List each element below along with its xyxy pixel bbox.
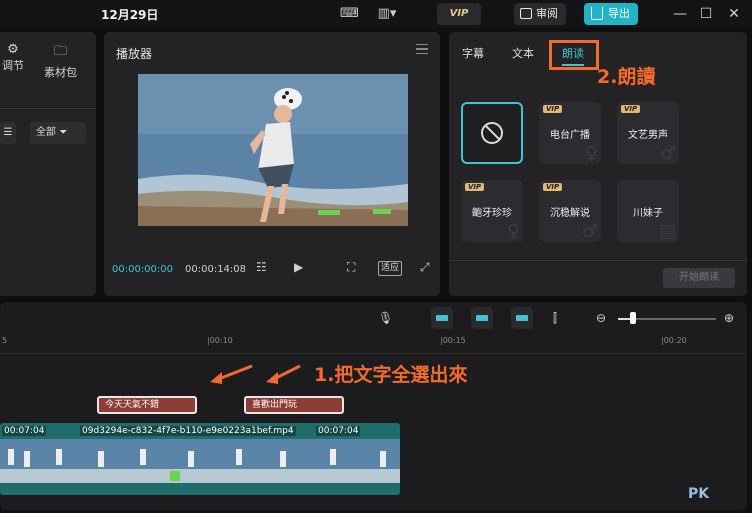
vip-button[interactable]: VIP — [437, 3, 481, 25]
timeline-panel: 🎙 ⫿ ⊖ ⊕ 5 |00:10 |00:15 |00:20 1.把文字全選出來… — [0, 302, 747, 510]
play-icon[interactable]: ▶ — [294, 260, 303, 274]
voice-name: 电台广播 — [550, 130, 590, 141]
tab-material[interactable]: 🗀 素材包 — [44, 42, 77, 80]
layout-icon[interactable]: ▥▾ — [374, 4, 400, 24]
voice-name: 齙牙珍珍 — [472, 208, 512, 219]
read-tab-highlight — [549, 40, 599, 70]
video-clip[interactable]: 00:07:04 09d3294e-c832-4f7e-b110-e9e0223… — [0, 423, 400, 495]
review-icon — [520, 8, 532, 19]
voice-card[interactable]: VIP 沉稳解说 ♂ — [539, 180, 601, 242]
media-panel: ⚙ 调节 🗀 素材包 ☰ 全部 ⏷ — [0, 32, 96, 296]
sort-icon[interactable]: ☰ — [0, 122, 16, 144]
text-clip[interactable]: 今天天氣不錯 — [97, 396, 197, 414]
package-icon: 🗀 — [53, 44, 67, 59]
text-clip[interactable]: 喜歡出門玩 — [244, 396, 344, 414]
filter-all-label: 全部 — [36, 127, 56, 138]
divider — [449, 260, 747, 261]
player-title: 播放器 — [116, 47, 153, 61]
step1-annotation: 1.把文字全選出來 — [314, 364, 468, 386]
video-preview[interactable] — [138, 74, 408, 226]
link-toggle[interactable] — [431, 307, 453, 329]
beach-scene — [138, 74, 408, 226]
zoom-slider-knob[interactable] — [630, 312, 636, 324]
tts-panel: 字幕 文本 朗读 2.朗讀 VIP 电台广播 ♀ VIP 文艺男声 ♂ VIP … — [449, 32, 747, 296]
review-label: 审阅 — [536, 7, 558, 20]
male-icon: ♂ — [659, 143, 676, 164]
ruler-label: |00:10 — [207, 336, 233, 345]
voice-none[interactable] — [461, 102, 523, 164]
no-voice-icon — [481, 122, 503, 144]
tab-adjust-label: 调节 — [2, 59, 24, 72]
sliders-icon: ⚙ — [7, 42, 19, 57]
time-ruler[interactable]: 5 |00:10 |00:15 |00:20 — [0, 334, 747, 354]
vip-badge: VIP — [543, 183, 563, 191]
step2-annotation: 2.朗讀 — [597, 66, 656, 88]
start-read-button[interactable]: 开始朗读 — [663, 268, 735, 288]
voice-name: 文艺男声 — [628, 130, 668, 141]
expand-icon[interactable]: ⤢ — [420, 260, 430, 275]
female-icon: ♀ — [506, 221, 520, 242]
maximize-icon[interactable]: ☐ — [696, 4, 716, 24]
export-button[interactable]: 导出 — [584, 3, 638, 25]
grid-icon[interactable]: ☷ — [256, 260, 267, 274]
title-bar: 12月29日 ⌨ ▥▾ VIP 审阅 导出 — ☐ ✕ — [0, 0, 752, 28]
split-icon[interactable]: ⫿ — [553, 311, 557, 326]
menu-icon[interactable] — [416, 44, 428, 54]
watermark-logo: PK — [688, 486, 710, 502]
filter-all-button[interactable]: 全部 ⏷ — [30, 122, 86, 144]
upload-icon — [591, 7, 603, 20]
vip-badge: VIP — [621, 105, 641, 113]
vip-badge: VIP — [543, 105, 563, 113]
voice-card[interactable]: VIP 文艺男声 ♂ — [617, 102, 679, 164]
clip-duration: 00:07:04 — [316, 426, 361, 436]
filter-icon: ⏷ — [59, 127, 68, 138]
voice-name: 沉稳解说 — [550, 208, 590, 219]
female-icon: ♀ — [584, 143, 598, 164]
clip-duration: 00:07:04 — [2, 426, 47, 436]
minimize-icon[interactable]: — — [670, 4, 690, 24]
microphone-icon[interactable]: 🎙 — [378, 311, 393, 325]
fullscreen-crop-icon[interactable]: ⛶ — [347, 260, 355, 275]
ruler-label: |00:15 — [440, 336, 466, 345]
clip-thumbnails — [0, 439, 400, 483]
preview-axis-toggle[interactable] — [511, 307, 533, 329]
close-icon[interactable]: ✕ — [724, 4, 744, 24]
current-time: 00:00:00:00 — [112, 264, 174, 275]
clip-filename: 09d3294e-c832-4f7e-b110-e9e0223a1bef.mp4 — [80, 426, 296, 436]
tab-adjust[interactable]: ⚙ 调节 — [2, 42, 24, 73]
arrow-icon — [210, 364, 301, 384]
review-button[interactable]: 审阅 — [514, 3, 566, 25]
snap-toggle[interactable] — [471, 307, 493, 329]
ruler-label: 5 — [2, 336, 8, 345]
keyboard-icon[interactable]: ⌨ — [340, 4, 359, 24]
divider — [0, 108, 96, 109]
zoom-out-icon[interactable]: ⊖ — [596, 311, 606, 325]
voice-name: 川妹子 — [633, 208, 663, 219]
voice-card[interactable]: VIP 电台广播 ♀ — [539, 102, 601, 164]
tab-subtitle[interactable]: 字幕 — [462, 45, 484, 61]
zoom-in-icon[interactable]: ⊕ — [724, 311, 734, 325]
tab-material-label: 素材包 — [44, 66, 77, 79]
document-icon: ▤ — [658, 221, 676, 242]
voice-card[interactable]: 川妹子 ▤ — [617, 180, 679, 242]
voice-card[interactable]: VIP 齙牙珍珍 ♀ — [461, 180, 523, 242]
fit-button[interactable]: 适应 — [378, 261, 402, 276]
player-panel: 播放器 00:00:00:00 00:00:14:08 ☷ ▶ ⛶ 适应 ⤢ — [104, 32, 440, 296]
vip-badge: VIP — [465, 183, 485, 191]
ruler-label: |00:20 — [661, 336, 687, 345]
project-title: 12月29日 — [101, 8, 159, 22]
export-label: 导出 — [608, 7, 630, 20]
male-icon: ♂ — [581, 221, 598, 242]
tab-text[interactable]: 文本 — [512, 45, 534, 61]
total-time: 00:00:14:08 — [185, 264, 247, 275]
